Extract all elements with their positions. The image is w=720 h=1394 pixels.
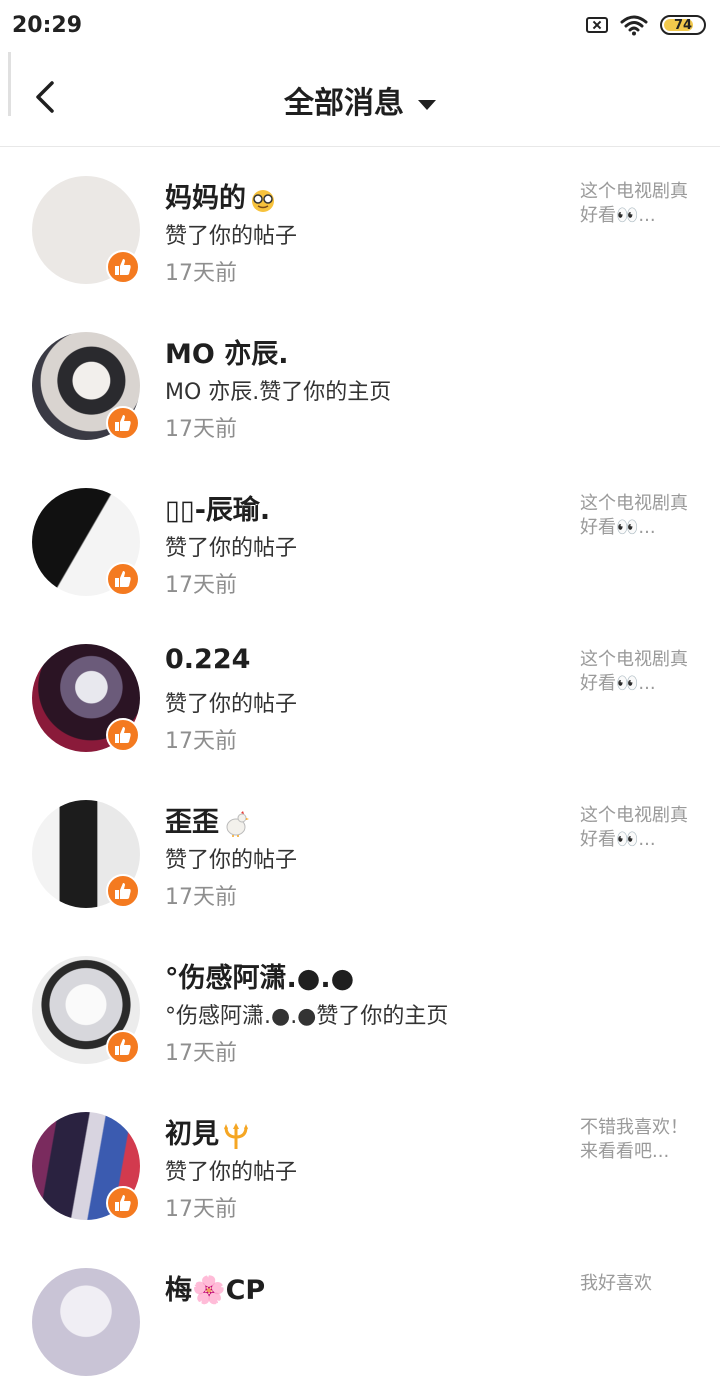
list-item[interactable]: 歪歪 赞了你的帖子 17天前 这个电视剧真好看👀... [0, 770, 720, 926]
thumbs-up-icon [106, 718, 140, 752]
battery-level: 74 [673, 17, 693, 33]
timestamp: 17天前 [165, 417, 237, 442]
page-title: 全部消息 [284, 86, 404, 121]
sender-name: 妈妈的 [165, 176, 278, 215]
battery-indicator: 74 [660, 15, 706, 35]
status-icons: 74 [586, 14, 706, 36]
no-sim-icon [586, 17, 608, 33]
thumbs-up-icon [106, 250, 140, 284]
notification-text: 赞了你的帖子 [165, 692, 298, 717]
timestamp: 17天前 [165, 729, 237, 754]
timestamp: 17天前 [165, 573, 237, 598]
avatar[interactable] [32, 1268, 140, 1376]
list-item[interactable]: MO 亦辰. MO 亦辰.赞了你的主页 17天前 [0, 302, 720, 458]
post-preview[interactable]: 这个电视剧真好看👀... [580, 804, 690, 852]
caret-down-icon [418, 99, 436, 110]
timestamp: 17天前 [165, 261, 237, 286]
wifi-icon [620, 15, 648, 36]
notification-list: 妈妈的 赞了你的帖子 17天前 这个电视剧真好看👀... MO 亦辰. MO 亦… [0, 146, 720, 1394]
notification-text: °伤感阿潇.●.●赞了你的主页 [165, 1004, 449, 1029]
sender-name: 梅🌸CP [165, 1275, 266, 1306]
notification-text: 赞了你的帖子 [165, 224, 298, 249]
timestamp: 17天前 [165, 1197, 237, 1222]
post-preview[interactable]: 这个电视剧真好看👀... [580, 180, 690, 228]
header: 全部消息 [0, 50, 720, 147]
list-item[interactable]: 妈妈的 赞了你的帖子 17天前 这个电视剧真好看👀... [0, 146, 720, 302]
post-preview[interactable]: 这个电视剧真好看👀... [580, 492, 690, 540]
trident-emoji-icon [224, 1122, 248, 1149]
status-bar: 20:29 74 [0, 0, 720, 50]
list-item[interactable]: 初見 赞了你的帖子 17天前 不错我喜欢！来看看吧... [0, 1082, 720, 1238]
list-item[interactable]: 0.224 赞了你的帖子 17天前 这个电视剧真好看👀... [0, 614, 720, 770]
sender-name: 0.224 [165, 644, 251, 675]
post-preview[interactable]: 这个电视剧真好看👀... [580, 648, 690, 696]
thumbs-up-icon [106, 874, 140, 908]
sender-name: ▯▯-辰瑜. [165, 495, 271, 526]
thumbs-up-icon [106, 406, 140, 440]
timestamp: 17天前 [165, 885, 237, 910]
thumbs-up-icon [106, 1186, 140, 1220]
thumbs-up-icon [106, 562, 140, 596]
list-item[interactable]: 梅🌸CP 我好喜欢 [0, 1238, 720, 1394]
timestamp: 17天前 [165, 1041, 237, 1066]
notification-text: 赞了你的帖子 [165, 848, 298, 873]
sender-name: 歪歪 [165, 800, 251, 839]
message-filter-dropdown[interactable]: 全部消息 [0, 78, 720, 122]
rooster-emoji-icon [226, 810, 249, 837]
sender-name: MO 亦辰. [165, 339, 289, 370]
sender-name: 初見 [165, 1112, 251, 1151]
notification-text: 赞了你的帖子 [165, 536, 298, 561]
sender-name: °伤感阿潇.●.● [165, 963, 355, 994]
list-item[interactable]: ▯▯-辰瑜. 赞了你的帖子 17天前 这个电视剧真好看👀... [0, 458, 720, 614]
thumbs-up-icon [106, 1030, 140, 1064]
post-preview[interactable]: 我好喜欢 [580, 1272, 690, 1296]
post-preview[interactable]: 不错我喜欢！来看看吧... [580, 1116, 690, 1164]
list-item[interactable]: °伤感阿潇.●.● °伤感阿潇.●.●赞了你的主页 17天前 [0, 926, 720, 1082]
notification-text: MO 亦辰.赞了你的主页 [165, 380, 392, 405]
status-time: 20:29 [12, 12, 83, 38]
nerd-face-emoji-icon [252, 189, 274, 212]
notification-text: 赞了你的帖子 [165, 1160, 298, 1185]
